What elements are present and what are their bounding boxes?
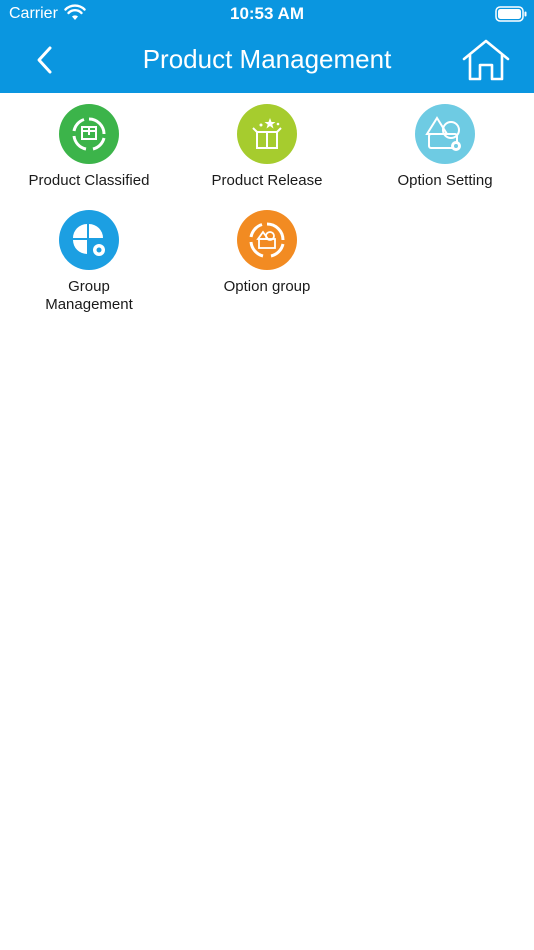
tile-option-group[interactable]: Option group [178, 210, 356, 296]
tile-option-setting[interactable]: Option Setting [356, 104, 534, 190]
tile-label: Option Setting [397, 172, 493, 189]
tile-label: Group Management [45, 278, 133, 313]
group-management-icon [59, 210, 119, 270]
app-header: Carrier 10:53 AM Product Management [0, 0, 534, 93]
option-group-icon [237, 210, 297, 270]
tile-product-release[interactable]: Product Release [178, 104, 356, 190]
product-classified-icon [59, 104, 119, 164]
tile-product-classified[interactable]: Product Classified [0, 104, 178, 190]
status-bar: Carrier 10:53 AM [0, 0, 534, 28]
product-release-icon [237, 104, 297, 164]
option-setting-icon [415, 104, 475, 164]
tile-group-management[interactable]: Group Management [0, 210, 178, 314]
battery-icon [495, 6, 527, 22]
back-button[interactable] [30, 43, 60, 77]
tile-label: Product Release [211, 172, 323, 189]
tile-label: Option group [223, 278, 311, 295]
home-button[interactable] [461, 38, 511, 82]
page-title: Product Management [142, 44, 392, 74]
status-time: 10:53 AM [229, 4, 304, 23]
tile-label: Product Classified [28, 172, 150, 189]
